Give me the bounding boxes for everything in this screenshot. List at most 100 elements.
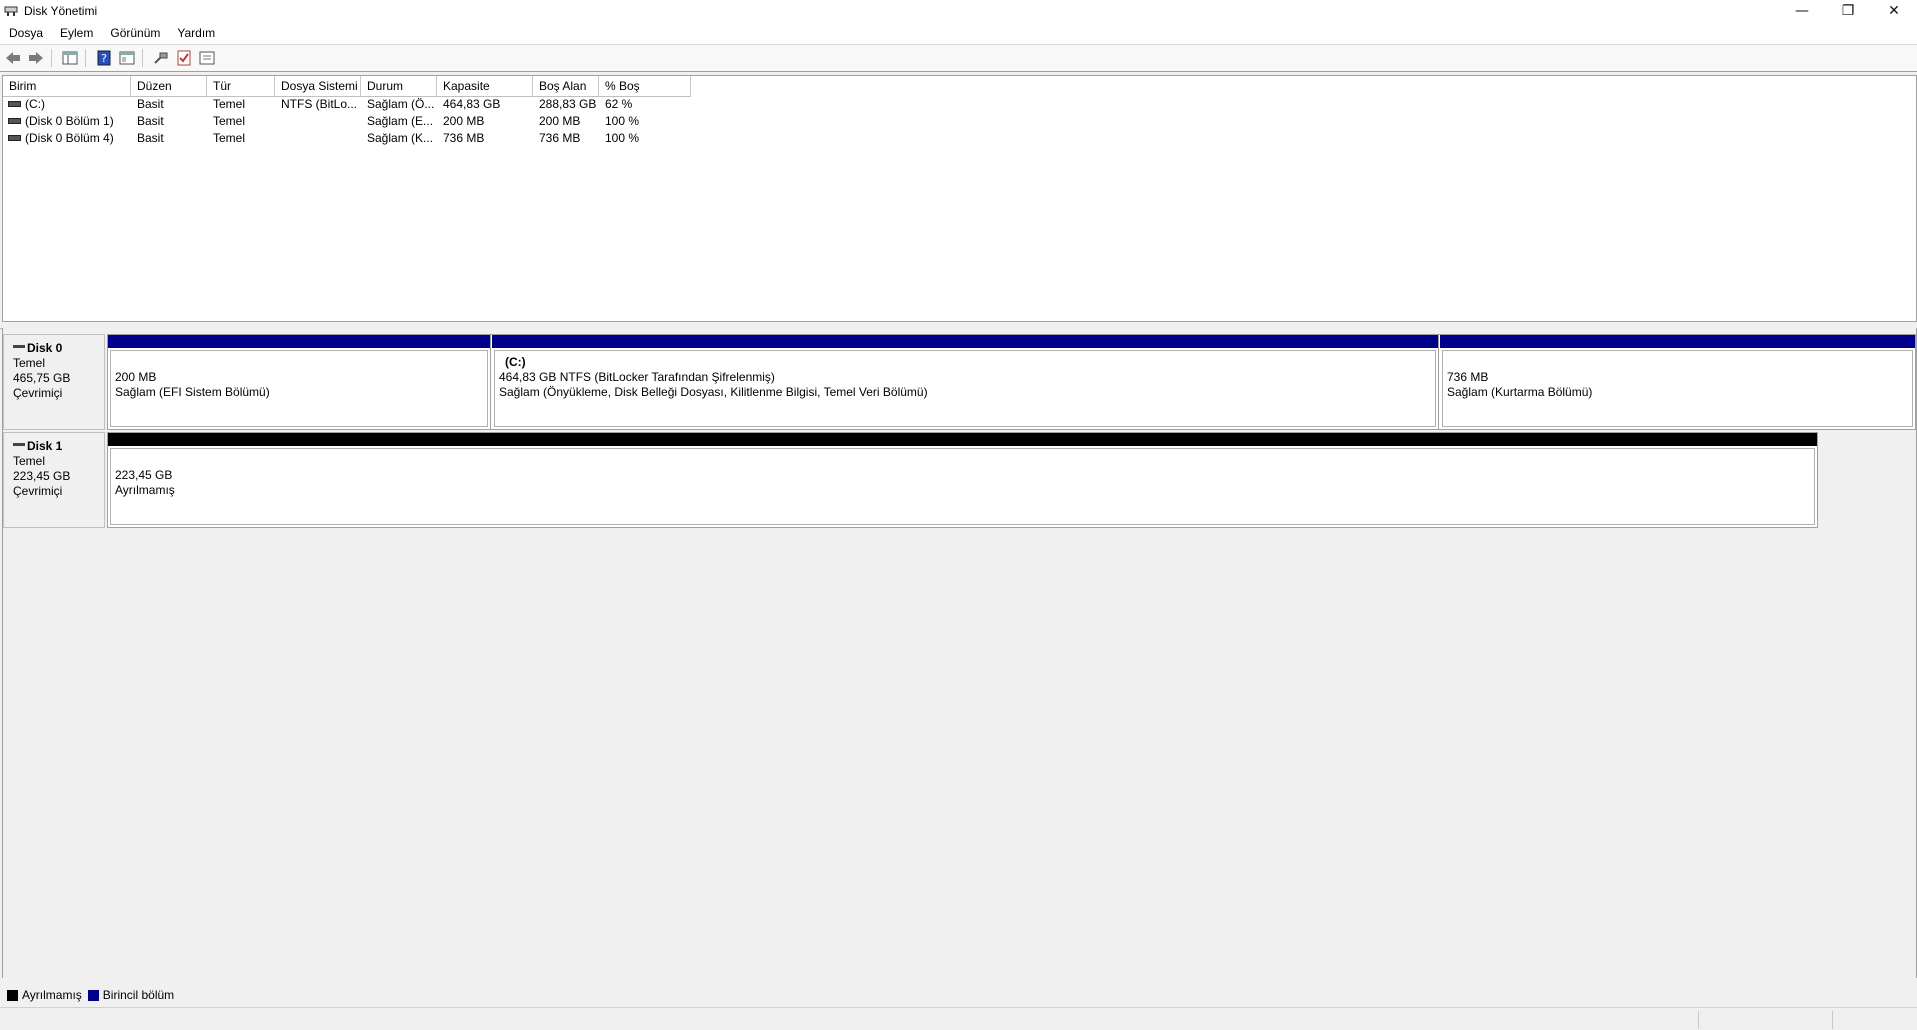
legend-item-primary: Birincil bölüm bbox=[87, 988, 175, 1002]
disk-name-text: Disk 1 bbox=[27, 439, 63, 453]
menu-dosya[interactable]: Dosya bbox=[0, 22, 51, 44]
disk-size: 465,75 GB bbox=[13, 371, 71, 385]
cell-birim-text: (Disk 0 Bölüm 1) bbox=[25, 114, 114, 128]
legend: Ayrılmamış Birincil bölüm bbox=[2, 986, 180, 1004]
table-row[interactable]: (Disk 0 Bölüm 4) Basit Temel Sağlam (K..… bbox=[3, 130, 691, 147]
column-header-kapasite[interactable]: Kapasite bbox=[437, 76, 533, 96]
disk-1-label[interactable]: Disk 1 Temel 223,45 GB Çevrimiçi bbox=[3, 432, 105, 528]
cell-kapasite: 200 MB bbox=[443, 114, 485, 128]
cell-tur: Temel bbox=[213, 97, 246, 111]
cell-tur: Temel bbox=[213, 114, 246, 128]
column-header-tur[interactable]: Tür bbox=[207, 76, 275, 96]
partition-status: Ayrılmamış bbox=[115, 483, 175, 497]
disk-row-0: Disk 0 Temel 465,75 GB Çevrimiçi 200 MB … bbox=[3, 334, 1916, 430]
legend-swatch bbox=[87, 989, 99, 1001]
show-hide-console-tree-icon[interactable] bbox=[60, 48, 80, 68]
disk-1-partitions: 223,45 GB Ayrılmamış bbox=[107, 432, 1818, 528]
partition-title: (C:) bbox=[505, 355, 526, 369]
partition-recovery[interactable]: 736 MB Sağlam (Kurtarma Bölümü) bbox=[1440, 335, 1915, 429]
menu-bar: Dosya Eylem Görünüm Yardım bbox=[0, 22, 1917, 44]
volume-list-header: Birim Düzen Tür Dosya Sistemi Durum Kapa… bbox=[3, 76, 691, 97]
legend-swatch bbox=[7, 989, 18, 1001]
legend-label: Birincil bölüm bbox=[102, 988, 175, 1002]
partition-efi[interactable]: 200 MB Sağlam (EFI Sistem Bölümü) bbox=[108, 335, 491, 429]
window-controls: — ❐ ✕ bbox=[1779, 0, 1917, 22]
checklist-icon[interactable] bbox=[174, 48, 194, 68]
partition-size: 464,83 GB NTFS (BitLocker Tarafından Şif… bbox=[499, 370, 775, 384]
view-icon[interactable] bbox=[197, 48, 217, 68]
volume-list-rows: (C:) Basit Temel NTFS (BitLo... Sağlam (… bbox=[3, 96, 691, 147]
cell-duzen: Basit bbox=[137, 97, 164, 111]
partition-bar bbox=[492, 335, 1438, 348]
table-row[interactable]: (C:) Basit Temel NTFS (BitLo... Sağlam (… bbox=[3, 96, 691, 113]
partition-body: 223,45 GB Ayrılmamış bbox=[110, 448, 1815, 525]
column-header-bos-alan[interactable]: Boş Alan bbox=[533, 76, 599, 96]
back-icon[interactable] bbox=[3, 48, 23, 68]
minimize-button[interactable]: — bbox=[1779, 0, 1825, 22]
partition-bar bbox=[1440, 335, 1915, 348]
column-header-birim[interactable]: Birim bbox=[3, 76, 131, 96]
disk-row-1: Disk 1 Temel 223,45 GB Çevrimiçi 223,45 … bbox=[3, 432, 1916, 528]
title-bar: Disk Yönetimi — ❐ ✕ bbox=[0, 0, 1917, 22]
disk-type: Temel bbox=[13, 454, 46, 468]
partition-status: Sağlam (Önyükleme, Disk Belleği Dosyası,… bbox=[499, 385, 928, 399]
toolbar-separator bbox=[142, 49, 143, 67]
table-row[interactable]: (Disk 0 Bölüm 1) Basit Temel Sağlam (E..… bbox=[3, 113, 691, 130]
cell-durum: Sağlam (K... bbox=[367, 131, 434, 145]
cell-yuzde-bos: 100 % bbox=[605, 114, 640, 128]
partition-status: Sağlam (EFI Sistem Bölümü) bbox=[115, 385, 270, 399]
connect-icon[interactable] bbox=[151, 48, 171, 68]
volume-list-pane: Birim Düzen Tür Dosya Sistemi Durum Kapa… bbox=[2, 75, 1917, 322]
close-button[interactable]: ✕ bbox=[1871, 0, 1917, 22]
disk-status: Çevrimiçi bbox=[13, 386, 63, 400]
column-header-duzen[interactable]: Düzen bbox=[131, 76, 207, 96]
cell-kapasite: 736 MB bbox=[443, 131, 485, 145]
help-icon[interactable]: ? bbox=[94, 48, 114, 68]
partition-body: 736 MB Sağlam (Kurtarma Bölümü) bbox=[1442, 350, 1913, 427]
status-separator bbox=[1832, 1011, 1833, 1029]
partition-title bbox=[115, 355, 487, 370]
properties-icon[interactable] bbox=[117, 48, 137, 68]
cell-dosya-sistemi bbox=[275, 113, 361, 130]
menu-gorunum[interactable]: Görünüm bbox=[101, 22, 168, 44]
cell-yuzde-bos: 100 % bbox=[605, 131, 640, 145]
partition-status: Sağlam (Kurtarma Bölümü) bbox=[1447, 385, 1593, 399]
volume-icon bbox=[8, 134, 21, 141]
cell-dosya-sistemi bbox=[275, 130, 361, 147]
cell-durum: Sağlam (Ö... bbox=[367, 97, 435, 111]
menu-eylem[interactable]: Eylem bbox=[51, 22, 101, 44]
column-header-yuzde-bos[interactable]: % Boş bbox=[599, 76, 691, 96]
disk-management-app-icon bbox=[4, 5, 18, 17]
cell-dosya-sistemi: NTFS (BitLo... bbox=[281, 97, 358, 111]
cell-duzen: Basit bbox=[137, 114, 164, 128]
disk-icon bbox=[13, 345, 25, 349]
partition-unallocated[interactable]: 223,45 GB Ayrılmamış bbox=[108, 433, 1817, 527]
forward-icon[interactable] bbox=[26, 48, 46, 68]
disk-type: Temel bbox=[13, 356, 46, 370]
disk-status: Çevrimiçi bbox=[13, 484, 63, 498]
cell-kapasite: 464,83 GB bbox=[443, 97, 501, 111]
disk-graphical-pane: Disk 0 Temel 465,75 GB Çevrimiçi 200 MB … bbox=[2, 328, 1917, 978]
disk-name: Disk 0 bbox=[13, 341, 104, 356]
cell-bos-alan: 288,83 GB bbox=[539, 97, 597, 111]
partition-c[interactable]: (C:) 464,83 GB NTFS (BitLocker Tarafında… bbox=[492, 335, 1439, 429]
legend-label: Ayrılmamış bbox=[22, 988, 82, 1002]
svg-text:?: ? bbox=[101, 52, 107, 65]
disk-0-label[interactable]: Disk 0 Temel 465,75 GB Çevrimiçi bbox=[3, 334, 105, 430]
window-title: Disk Yönetimi bbox=[24, 4, 98, 18]
menu-yardim[interactable]: Yardım bbox=[168, 22, 223, 44]
column-header-dosya-sistemi[interactable]: Dosya Sistemi bbox=[275, 76, 361, 96]
cell-yuzde-bos: 62 % bbox=[605, 97, 633, 111]
partition-size: 200 MB bbox=[115, 370, 157, 384]
cell-bos-alan: 736 MB bbox=[539, 131, 581, 145]
restore-button[interactable]: ❐ bbox=[1825, 0, 1871, 22]
partition-bar bbox=[108, 433, 1817, 446]
cell-tur: Temel bbox=[213, 131, 246, 145]
status-separator bbox=[1698, 1011, 1699, 1029]
cell-birim-text: (Disk 0 Bölüm 4) bbox=[25, 131, 114, 145]
disk-size: 223,45 GB bbox=[13, 469, 71, 483]
cell-birim: (Disk 0 Bölüm 1) bbox=[3, 113, 131, 130]
disk-name: Disk 1 bbox=[13, 439, 104, 454]
cell-durum: Sağlam (E... bbox=[367, 114, 434, 128]
column-header-durum[interactable]: Durum bbox=[361, 76, 437, 96]
